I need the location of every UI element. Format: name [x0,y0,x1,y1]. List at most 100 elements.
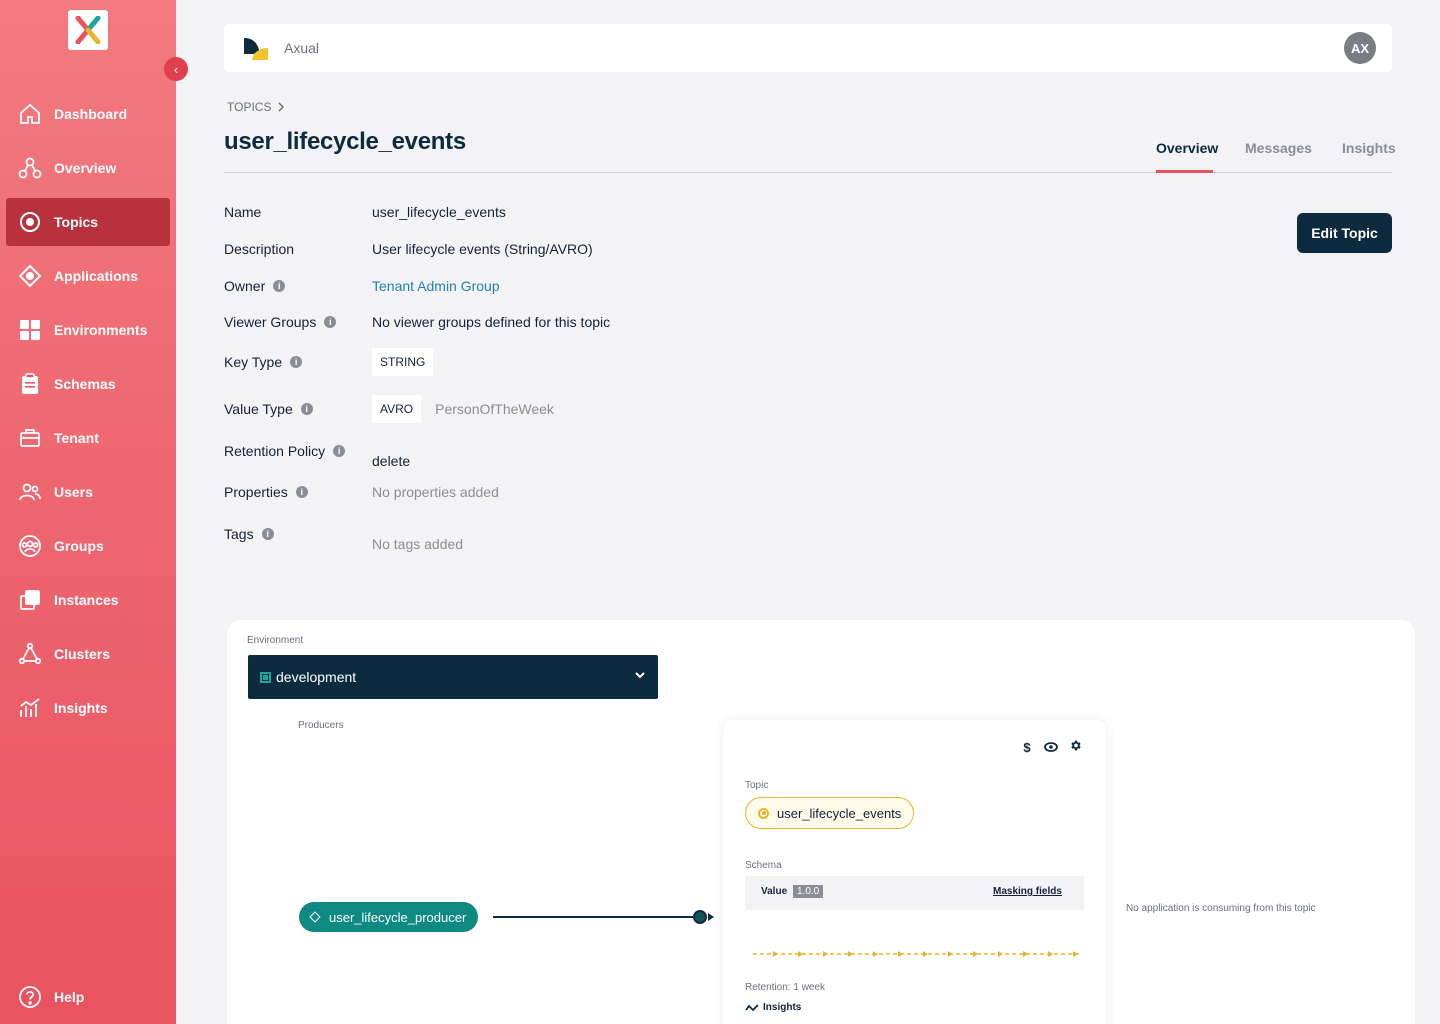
groups-icon [19,535,41,557]
description-label: Description [224,241,295,257]
app-logo[interactable] [68,10,108,50]
users-icon [19,483,41,501]
sidebar-item-users[interactable]: Users [6,468,170,516]
topic-icon [758,807,769,819]
sidebar-item-label: Groups [54,538,104,554]
value-schema-name: PersonOfTheWeek [435,401,554,417]
viewer-groups-value: No viewer groups defined for this topic [372,314,611,330]
value-type-chip: AVRO [372,395,422,423]
info-icon[interactable]: i [333,445,346,457]
topic-name: user_lifecycle_events [777,805,902,821]
instances-icon [20,590,40,610]
user-avatar[interactable]: AX [1344,32,1376,64]
chevron-down-icon [635,672,645,679]
properties-value: No properties added [372,484,499,500]
sidebar-item-label: Tenant [54,430,99,446]
schema-version-badge: 1.0.0 [793,885,824,898]
connection-handle[interactable] [693,910,707,924]
sidebar-item-clusters[interactable]: Clusters [6,630,170,678]
message-flow-line [753,951,1079,957]
topic-label: Topic [745,780,769,791]
sidebar-item-label: Schemas [54,376,116,392]
tags-value: No tags added [372,536,464,552]
card-actions: $ [1020,739,1082,755]
sidebar-item-topics[interactable]: Topics [6,198,170,246]
retention-summary: Retention: 1 week [745,982,826,993]
chevron-left-icon: ‹ [173,61,179,77]
sidebar: ‹ Dashboard Overview Topics Applications… [0,0,188,1024]
applications-icon [18,264,42,288]
owner-label-text: Owner [224,278,266,294]
environment-label: Environment [247,635,304,646]
tab-insights[interactable]: Insights [1342,140,1396,156]
description-value: User lifecycle events (String/AVRO) [372,241,593,257]
sidebar-item-help[interactable]: Help [18,985,84,1009]
retention-label: Retention Policy i [224,443,346,459]
topics-icon [20,212,40,232]
producer-node[interactable]: user_lifecycle_producer [299,902,479,932]
masking-fields-link[interactable]: Masking fields [993,886,1062,897]
topic-node[interactable]: user_lifecycle_events [745,797,915,829]
gear-icon[interactable] [1068,739,1082,755]
eye-icon[interactable] [1044,740,1058,755]
tab-overview[interactable]: Overview [1156,140,1218,156]
sidebar-item-insights[interactable]: Insights [6,684,170,732]
axual-brand-icon [244,38,268,60]
sidebar-item-label: Instances [54,592,119,608]
edit-topic-button[interactable]: Edit Topic [1297,213,1392,253]
retention-value: delete [372,453,411,469]
info-icon[interactable]: i [290,356,303,368]
owner-label: Owner i [224,278,286,294]
info-icon[interactable]: i [295,486,308,498]
breadcrumb: TOPICS [227,100,285,114]
value-type-value: AVRO PersonOfTheWeek [372,395,554,423]
collapse-sidebar-button[interactable]: ‹ [164,57,188,81]
sidebar-item-label: Topics [54,214,99,230]
insights-link[interactable]: Insights [745,1002,801,1013]
schema-value-label: Value [761,886,788,897]
sidebar-item-environments[interactable]: Environments [6,306,170,354]
value-type-label-text: Value Type [224,401,293,417]
chevron-right-icon [278,102,285,112]
dollar-icon[interactable]: $ [1020,740,1034,755]
help-label: Help [54,989,85,1005]
help-icon [19,986,41,1008]
properties-label-text: Properties [224,484,288,500]
breadcrumb-topics-link[interactable]: TOPICS [227,100,271,114]
info-icon[interactable]: i [261,528,274,540]
sidebar-nav: Dashboard Overview Topics Applications E… [6,90,170,738]
tags-label: Tags i [224,526,274,542]
sidebar-item-label: Clusters [54,646,111,662]
tab-messages[interactable]: Messages [1245,140,1312,156]
sidebar-item-instances[interactable]: Instances [6,576,170,624]
producer-connection-line [493,916,701,918]
sidebar-item-overview[interactable]: Overview [6,144,170,192]
viewer-groups-label-text: Viewer Groups [224,314,317,330]
environment-select[interactable]: development [248,655,658,699]
owner-link[interactable]: Tenant Admin Group [372,278,500,294]
key-type-value: STRING [372,348,434,376]
home-icon [20,103,40,124]
top-bar: Axual AX [224,24,1392,72]
sidebar-item-groups[interactable]: Groups [6,522,170,570]
info-icon[interactable]: i [273,280,286,292]
sidebar-item-dashboard[interactable]: Dashboard [6,90,170,138]
value-type-label: Value Type i [224,401,313,417]
sidebar-item-label: Users [54,484,93,500]
producers-label: Producers [298,720,344,731]
topic-graph-panel: Environment development Producers user_l… [227,620,1415,1024]
tags-label-text: Tags [224,526,254,542]
no-consumer-message: No application is consuming from this to… [1126,903,1316,914]
retention-label-text: Retention Policy [224,443,326,459]
info-icon[interactable]: i [324,316,337,328]
topic-node-card: $ Topic user_lifecycle_events Schema Val… [723,720,1106,1024]
application-icon [309,911,321,923]
info-icon[interactable]: i [300,403,313,415]
insights-icon [20,698,40,717]
clusters-icon [18,642,42,665]
key-type-label: Key Type i [224,354,303,370]
sidebar-item-tenant[interactable]: Tenant [6,414,170,462]
sidebar-item-applications[interactable]: Applications [6,252,170,300]
sidebar-item-schemas[interactable]: Schemas [6,360,170,408]
sidebar-item-label: Environments [54,322,148,338]
